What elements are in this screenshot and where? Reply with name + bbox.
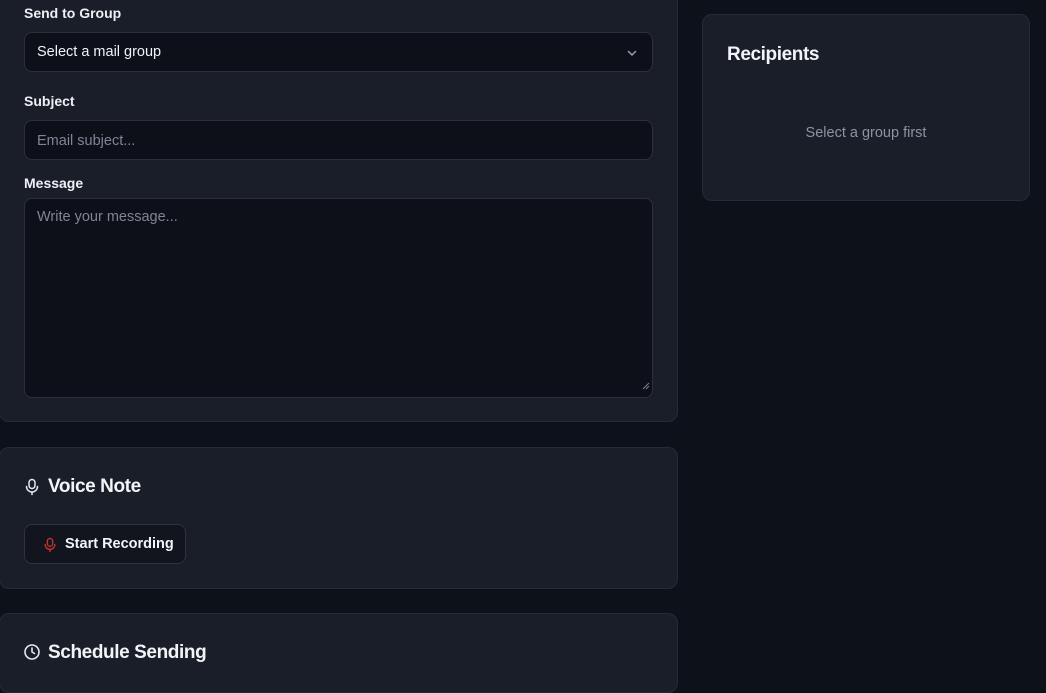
recipients-card <box>702 14 1030 201</box>
recipients-title: Recipients <box>727 44 820 65</box>
subject-input[interactable]: Email subject... <box>24 120 653 160</box>
message-placeholder: Write your message... <box>37 209 178 225</box>
group-label: Send to Group <box>24 5 122 21</box>
recipients-empty-message: Select a group first <box>805 125 927 141</box>
resize-handle-icon[interactable] <box>642 377 650 395</box>
clock-icon <box>23 643 41 666</box>
microphone-icon <box>24 478 40 501</box>
voice-note-title: Voice Note <box>48 476 141 497</box>
message-label: Message <box>24 175 84 191</box>
mail-group-select[interactable]: Select a mail group <box>24 32 653 72</box>
voice-note-card <box>0 447 678 589</box>
subject-placeholder: Email subject... <box>37 133 136 149</box>
start-recording-label: Start Recording <box>65 536 174 552</box>
microphone-icon <box>43 537 57 558</box>
chevron-down-icon <box>626 46 638 64</box>
start-recording-button[interactable]: Start Recording <box>24 524 186 564</box>
schedule-sending-title: Schedule Sending <box>48 642 207 663</box>
subject-label: Subject <box>24 93 75 109</box>
message-textarea[interactable]: Write your message... <box>24 198 653 398</box>
mail-group-select-value: Select a mail group <box>37 44 162 60</box>
